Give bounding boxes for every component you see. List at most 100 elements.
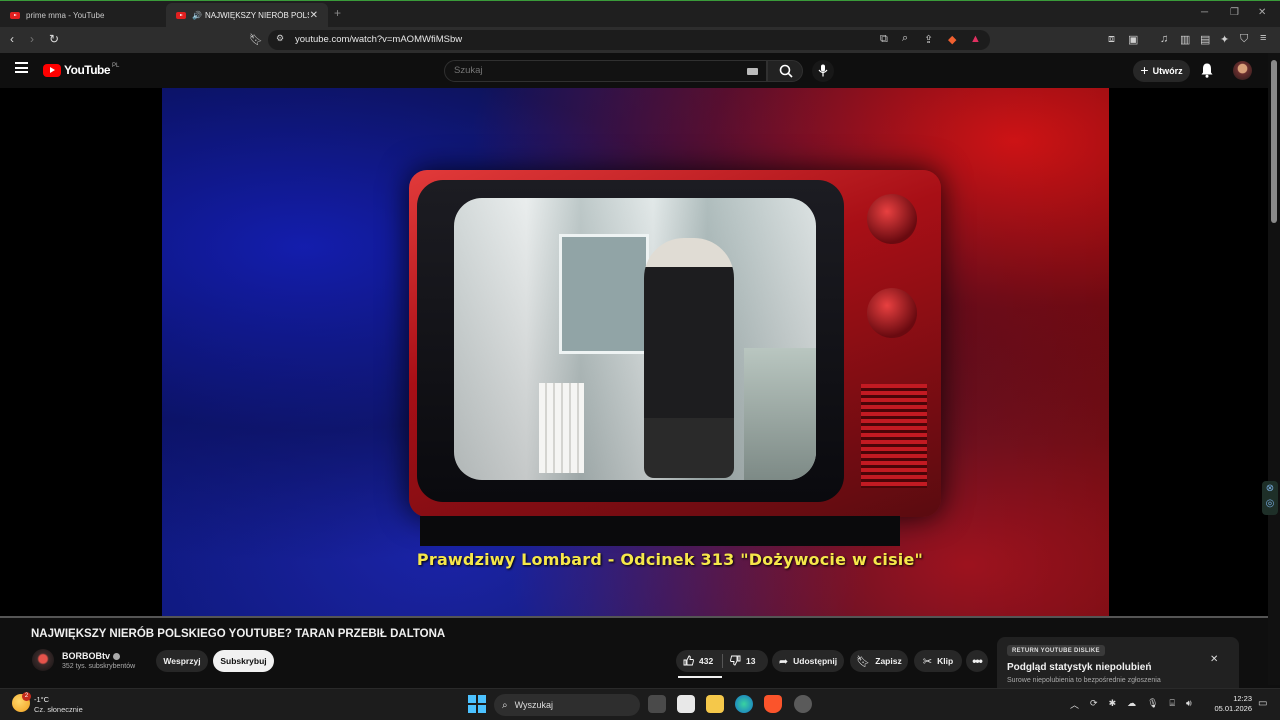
close-icon[interactable]: ✕ xyxy=(1210,654,1218,665)
task-view-icon[interactable] xyxy=(648,695,666,713)
browser-tab[interactable]: prime mma - YouTube xyxy=(0,3,165,27)
scissors-icon: ✂ xyxy=(922,655,933,668)
reload-icon[interactable]: ↻ xyxy=(49,32,59,46)
menu-icon[interactable]: ≡ xyxy=(1260,32,1266,44)
tray-expand-icon[interactable]: ︿ xyxy=(1070,698,1079,711)
tab-label: prime mma - YouTube xyxy=(26,10,105,20)
dislike-button[interactable]: 13 xyxy=(730,655,755,666)
more-actions-button[interactable]: ••• xyxy=(966,650,988,672)
address-bar[interactable]: ⚙ youtube.com/watch?v=mAOMWfiMSbw ⧉ ⌕ ⇪ … xyxy=(268,30,990,50)
microphone-icon[interactable]: 🎙︎ xyxy=(1147,698,1158,711)
close-window-icon[interactable]: ✕ xyxy=(1258,7,1266,18)
screenshot-icon[interactable]: ▣ xyxy=(1128,33,1138,46)
verified-icon xyxy=(113,653,121,660)
clip-button[interactable]: ✂ Klip xyxy=(914,650,962,672)
channel-name-text[interactable]: BORBOBtv xyxy=(62,651,110,661)
windows-taskbar: 2 -1°C Cz. słonecznie ⌕ Wyszukaj ︿ ⟳ ✱ ☁… xyxy=(0,688,1280,720)
side-extension-widget[interactable]: ⊗ ◎ xyxy=(1262,481,1278,515)
sidebar-icon[interactable]: ▥ xyxy=(1180,33,1190,46)
bluetooth-icon[interactable]: ✱ xyxy=(1109,698,1117,711)
date: 05.01.2026 xyxy=(1214,704,1252,713)
shop-shelf xyxy=(559,234,649,354)
edge-icon[interactable] xyxy=(735,695,753,713)
tv-knob xyxy=(867,194,917,244)
account-avatar[interactable] xyxy=(1233,61,1252,80)
notifications-bell-icon[interactable] xyxy=(1200,62,1214,78)
url-text[interactable]: youtube.com/watch?v=mAOMWfiMSbw xyxy=(295,34,462,45)
tv-screen-footage xyxy=(454,198,816,480)
extensions-icon[interactable]: ⧈ xyxy=(1108,33,1115,46)
video-progress-bar[interactable] xyxy=(0,616,1280,618)
thumbs-up-icon xyxy=(683,655,694,666)
retro-tv-graphic xyxy=(409,170,941,517)
open-in-app-icon[interactable]: ⧉ xyxy=(880,33,888,46)
wallet-icon[interactable]: ▤ xyxy=(1200,33,1210,46)
search-input[interactable] xyxy=(454,65,734,76)
vpn-icon[interactable]: ⛉ xyxy=(1240,33,1248,46)
extension-icon[interactable]: ◎ xyxy=(1262,496,1278,511)
support-button[interactable]: Wesprzyj xyxy=(156,650,208,672)
share-label: Udostępnij xyxy=(793,656,838,666)
minimize-icon[interactable]: ─ xyxy=(1201,7,1208,18)
save-label: Zapisz xyxy=(875,656,902,666)
site-info-icon[interactable]: ⚙ xyxy=(276,33,284,44)
clip-label: Klip xyxy=(937,656,954,666)
logo-text: YouTube xyxy=(64,63,111,77)
create-button[interactable]: + Utwórz xyxy=(1133,60,1190,82)
radiator xyxy=(539,383,584,473)
dislike-count: 13 xyxy=(746,655,756,666)
brave-browser-icon[interactable] xyxy=(764,695,782,713)
brave-rewards-icon[interactable]: ▲ xyxy=(970,33,981,45)
scrollbar-thumb[interactable] xyxy=(1271,60,1277,223)
hamburger-menu-icon[interactable] xyxy=(15,62,28,73)
youtube-logo[interactable]: YouTube PL xyxy=(43,63,119,77)
search-button[interactable] xyxy=(767,60,803,82)
settings-app-icon[interactable] xyxy=(794,695,812,713)
bookmark-icon[interactable]: 🔖︎ xyxy=(249,33,263,46)
share-button[interactable]: ➦ Udostępnij xyxy=(772,650,844,672)
subscribe-button[interactable]: Subskrybuj xyxy=(213,650,274,672)
ai-assistant-icon[interactable]: ✦ xyxy=(1220,33,1229,46)
start-button[interactable] xyxy=(468,695,486,713)
video-player[interactable]: Prawdziwy Lombard - Odcinek 313 "Dożywoc… xyxy=(0,88,1280,618)
like-button[interactable]: 432 xyxy=(683,655,713,666)
store-icon[interactable] xyxy=(677,695,695,713)
maximize-icon[interactable]: ❐ xyxy=(1230,7,1239,18)
sync-icon[interactable]: ⟳ xyxy=(1090,698,1098,711)
zoom-icon[interactable]: ⌕ xyxy=(902,32,908,45)
taskbar-search-label: Wyszukaj xyxy=(514,700,554,710)
clock[interactable]: 12:23 05.01.2026 xyxy=(1212,694,1252,714)
close-tab-icon[interactable]: ✕ xyxy=(310,10,318,21)
youtube-header: YouTube PL + Utwórz xyxy=(0,53,1280,88)
microphone-icon xyxy=(818,64,828,77)
taskbar-search[interactable]: ⌕ Wyszukaj xyxy=(494,694,640,716)
audio-playing-icon: 🔊 xyxy=(192,10,202,20)
voice-search-button[interactable] xyxy=(812,60,834,82)
notifications-icon[interactable]: ▭ xyxy=(1258,698,1267,709)
browser-tab-strip: prime mma - YouTube 🔊 NAJWIĘKSZY NIERÓB … xyxy=(0,0,1280,27)
forward-icon[interactable]: › xyxy=(30,32,34,46)
back-icon[interactable]: ‹ xyxy=(10,32,14,46)
file-explorer-icon[interactable] xyxy=(706,695,724,713)
share-page-icon[interactable]: ⇪ xyxy=(924,33,933,46)
brave-shields-icon[interactable]: ◆ xyxy=(948,33,956,46)
new-tab-icon[interactable]: + xyxy=(334,6,341,20)
browser-tab-active[interactable]: 🔊 NAJWIĘKSZY NIERÓB POLSKI ✕ xyxy=(166,3,328,27)
cloud-icon[interactable]: ☁ xyxy=(1127,698,1136,711)
time: 12:23 xyxy=(1233,694,1252,703)
network-icon[interactable]: ⌸ xyxy=(1170,698,1175,711)
channel-avatar[interactable] xyxy=(32,649,54,671)
search-box[interactable] xyxy=(444,60,767,82)
close-widget-icon[interactable]: ⊗ xyxy=(1262,481,1278,496)
music-icon[interactable]: ♫ xyxy=(1160,33,1168,45)
tv-knob xyxy=(867,288,917,338)
divider xyxy=(722,654,723,668)
ryd-badge: RETURN YOUTUBE DISLIKE xyxy=(1007,645,1105,656)
keyboard-icon[interactable] xyxy=(747,68,758,75)
search-icon: ⌕ xyxy=(502,699,508,711)
save-button[interactable]: 🔖︎ Zapisz xyxy=(850,650,908,672)
channel-name[interactable]: BORBOBtv xyxy=(62,651,121,661)
tv-speaker-grille xyxy=(861,384,927,488)
volume-icon[interactable]: 🔊︎ xyxy=(1186,698,1192,711)
thumbs-down-icon xyxy=(730,655,741,666)
